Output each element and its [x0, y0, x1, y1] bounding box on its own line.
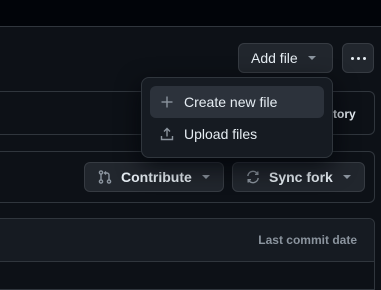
- chevron-down-icon: [342, 175, 351, 179]
- last-commit-date-header: Last commit date: [258, 233, 357, 247]
- kebab-horizontal-icon: [349, 56, 367, 60]
- chevron-down-icon: [201, 175, 210, 179]
- add-file-label: Add file: [251, 50, 298, 66]
- sync-fork-label: Sync fork: [269, 169, 333, 185]
- upload-icon: [160, 127, 174, 141]
- add-file-button[interactable]: Add file: [238, 43, 333, 73]
- menu-item-label: Create new file: [184, 94, 278, 110]
- top-header-bar: [0, 0, 381, 27]
- sync-fork-button[interactable]: Sync fork: [232, 162, 365, 192]
- menu-item-label: Upload files: [184, 126, 258, 142]
- plus-icon: [160, 95, 174, 109]
- chevron-down-icon: [307, 56, 316, 60]
- menu-item-create-new-file[interactable]: Create new file: [150, 86, 324, 118]
- git-pull-request-icon: [97, 169, 113, 185]
- add-file-dropdown-menu: Create new file Upload files: [141, 77, 333, 158]
- more-options-button[interactable]: [342, 43, 374, 73]
- menu-item-upload-files[interactable]: Upload files: [150, 118, 324, 150]
- file-table-header: Last commit date: [0, 219, 374, 262]
- history-link[interactable]: tory: [333, 107, 356, 121]
- sync-icon: [245, 169, 261, 185]
- file-table: Last commit date: [0, 218, 375, 290]
- contribute-button[interactable]: Contribute: [84, 162, 224, 192]
- contribute-label: Contribute: [121, 169, 192, 185]
